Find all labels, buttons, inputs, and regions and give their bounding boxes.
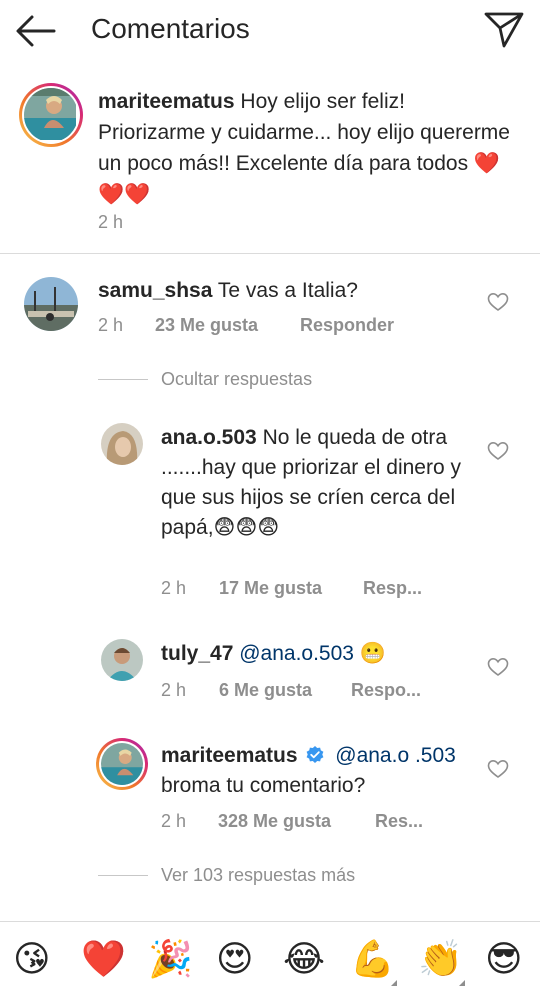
arrow-left-icon [16, 15, 56, 47]
heart-outline-icon [487, 292, 509, 311]
divider-line [98, 379, 148, 380]
reply-username[interactable]: tuly_47 [161, 642, 233, 665]
hide-replies-label: Ocultar respuestas [161, 369, 313, 389]
reply-time: 2 h [161, 578, 187, 598]
heart-outline-icon [487, 441, 509, 460]
like-button[interactable] [487, 441, 509, 461]
reply-button[interactable]: Respo... [351, 680, 421, 701]
comment-body: Te vas a Italia? [217, 279, 358, 302]
emoji-quick-reply-bar: 😘 ❤️ 🎉 😍 😂 💪 👏 😎 [0, 921, 540, 994]
mention-link[interactable]: @ana.o.503 [239, 642, 354, 665]
comment-meta: 2 h 23 Me gusta Responder [98, 315, 394, 336]
reply-text: ana.o.503 No le queda de otra .......hay… [161, 423, 461, 543]
avatar[interactable] [101, 639, 143, 681]
reply-meta: 2 h 6 Me gusta Respo... [161, 680, 421, 701]
reply-body: 😬 [359, 642, 386, 665]
heart-eyes-emoji[interactable]: 😍 [216, 938, 254, 982]
reply-time: 2 h [161, 680, 187, 700]
reply-likes[interactable]: 6 Me gusta [219, 680, 351, 701]
avatar[interactable] [19, 83, 83, 147]
page-title: Comentarios [91, 13, 250, 44]
reply-likes[interactable]: 328 Me gusta [218, 811, 375, 832]
like-button[interactable] [487, 657, 509, 677]
clapping-hands-emoji[interactable]: 👏 [418, 938, 463, 982]
reply-button[interactable]: Responder [300, 315, 394, 336]
share-button[interactable] [482, 10, 526, 50]
reply-username[interactable]: mariteematus [161, 744, 298, 767]
tears-of-joy-emoji[interactable]: 😂 [283, 938, 325, 982]
kissing-face-emoji[interactable]: 😘 [13, 938, 51, 982]
avatar[interactable] [101, 423, 143, 465]
reply-body: broma tu comentario? [161, 774, 366, 797]
hide-replies-button[interactable]: Ocultar respuestas [98, 369, 312, 390]
reply-button[interactable]: Resp... [363, 578, 422, 599]
heart-outline-icon [487, 657, 509, 676]
reply-username[interactable]: ana.o.503 [161, 426, 257, 449]
skin-tone-indicator [459, 980, 465, 986]
back-button[interactable] [14, 12, 58, 50]
like-button[interactable] [487, 759, 509, 779]
caption-text: mariteematus Hoy elijo ser feliz! Priori… [98, 86, 518, 210]
reply-time: 2 h [161, 811, 187, 831]
paper-plane-icon [484, 12, 524, 48]
avatar[interactable] [24, 277, 78, 331]
reply-meta: 2 h 17 Me gusta Resp... [161, 578, 422, 599]
avatar-photo [101, 743, 143, 785]
caption-username[interactable]: mariteematus [98, 90, 235, 113]
comment-likes[interactable]: 23 Me gusta [155, 315, 300, 336]
red-heart-emoji[interactable]: ❤️ [81, 938, 126, 982]
flexed-biceps-emoji[interactable]: 💪 [350, 938, 395, 982]
divider-line [98, 875, 148, 876]
sunglasses-face-emoji[interactable]: 😎 [485, 938, 523, 982]
reply-text: tuly_47 @ana.o.503 😬 [161, 639, 471, 669]
top-bar: Comentarios [0, 0, 540, 62]
skin-tone-indicator [391, 980, 397, 986]
reply-button[interactable]: Res... [375, 811, 423, 832]
reply-meta: 2 h 328 Me gusta Res... [161, 811, 423, 832]
caption-time: 2 h [98, 212, 124, 232]
comment-time: 2 h [98, 315, 124, 335]
comment-username[interactable]: samu_shsa [98, 279, 212, 302]
post-caption: mariteematus Hoy elijo ser feliz! Priori… [0, 62, 540, 254]
party-popper-emoji[interactable]: 🎉 [148, 938, 193, 982]
heart-outline-icon [487, 759, 509, 778]
view-more-replies-label: Ver 103 respuestas más [161, 865, 356, 885]
view-more-replies-button[interactable]: Ver 103 respuestas más [98, 865, 355, 886]
mention-link[interactable]: @ana.o .503 [335, 744, 456, 767]
reply-likes[interactable]: 17 Me gusta [219, 578, 363, 599]
like-button[interactable] [487, 292, 509, 312]
verified-badge-icon [307, 746, 324, 763]
avatar-photo [24, 88, 78, 142]
comment-text: samu_shsa Te vas a Italia? [98, 276, 498, 306]
avatar[interactable] [96, 738, 148, 790]
reply-text: mariteematus @ana.o .503 broma tu coment… [161, 741, 461, 801]
